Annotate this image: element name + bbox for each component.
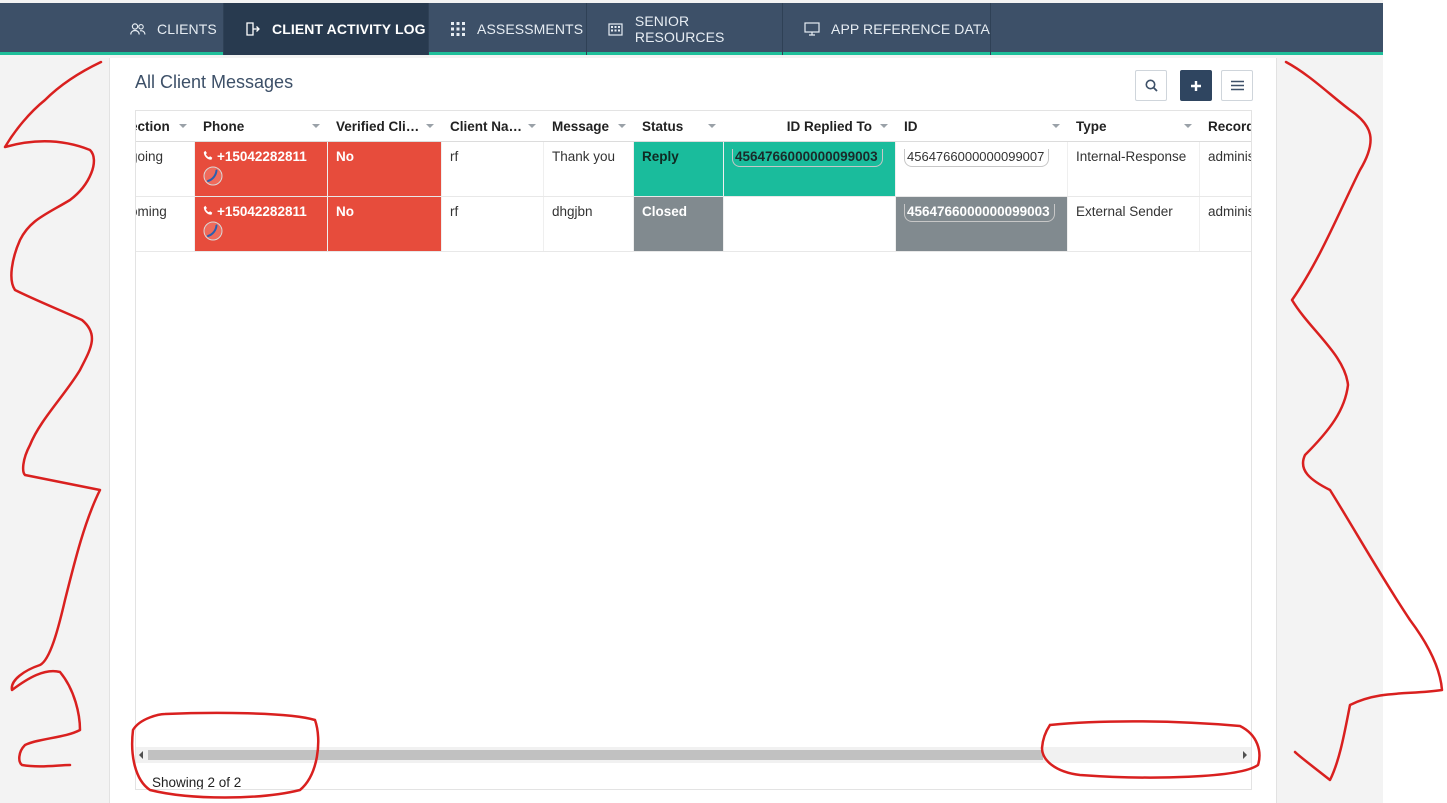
cell-direction: going [136,142,195,196]
dial-phone-icon[interactable] [203,221,223,241]
sort-caret-icon [179,124,187,128]
scroll-left-arrow-icon[interactable] [139,751,143,759]
sort-caret-icon [1052,124,1060,128]
tab-app-reference-data-label: APP REFERENCE DATA [831,21,990,37]
phone-number: +15042282811 [217,204,307,219]
column-header-direction[interactable]: ection [136,111,195,142]
sort-caret-icon [426,124,434,128]
grid-icon [449,22,467,36]
menu-button[interactable] [1221,70,1253,101]
column-header-phone[interactable]: Phone [195,111,328,142]
cell-status: Reply [634,142,724,196]
cell-verified-client: No [328,142,442,196]
cell-client-name: rf [442,142,544,196]
cell-phone[interactable]: +15042282811 [195,197,328,251]
cell-type: External Sender [1068,197,1200,251]
tab-clients[interactable]: CLIENTS [109,3,224,55]
sort-caret-icon [1184,124,1192,128]
search-icon [1145,79,1158,92]
cell-status: Closed [634,197,724,251]
horizontal-scrollbar[interactable] [136,747,1251,763]
top-navigation: CLIENTS CLIENT ACTIVITY LOG ASSESSMENTS … [0,3,1383,55]
cell-verified-client: No [328,197,442,251]
column-header-id-replied-to[interactable]: ID Replied To [724,111,896,142]
table-row[interactable]: going +15042282811 No rf Thank you Reply… [136,142,1251,197]
column-header-id[interactable]: ID [896,111,1068,142]
column-header-type[interactable]: Type [1068,111,1200,142]
tab-client-activity-log-label: CLIENT ACTIVITY LOG [272,21,426,37]
column-header-record[interactable]: Record [1200,111,1251,142]
building-icon [607,22,625,36]
column-header-verified-client[interactable]: Verified Cli… [328,111,442,142]
column-header-message[interactable]: Message [544,111,634,142]
hamburger-icon [1230,80,1244,91]
table-row[interactable]: oming +15042282811 No rf dhgjbn Closed 4… [136,197,1251,252]
sort-caret-icon [312,124,320,128]
cell-client-name: rf [442,197,544,251]
tab-senior-resources-label: SENIOR RESOURCES [634,13,725,45]
sort-caret-icon [880,124,888,128]
sign-in-icon [244,22,262,36]
sort-caret-icon [618,124,626,128]
cell-id-replied-to[interactable]: 4564766000000099003 [724,142,896,196]
phone-number: +15042282811 [217,149,307,164]
id-link[interactable]: 4564766000000099003 [732,149,883,167]
phone-icon [203,149,214,164]
cell-id[interactable]: 4564766000000099003 [896,197,1068,251]
cell-phone[interactable]: +15042282811 [195,142,328,196]
id-link[interactable]: 4564766000000099003 [904,204,1055,222]
scroll-right-arrow-icon[interactable] [1243,751,1247,759]
cell-record: adminis [1200,197,1251,251]
cell-message: Thank you [544,142,634,196]
sort-caret-icon [528,124,536,128]
column-header-status[interactable]: Status [634,111,724,142]
messages-grid: ection Phone Verified Cli… Client Na… Me… [135,110,1252,790]
users-icon [129,22,147,36]
tab-senior-resources[interactable]: SENIOR RESOURCES [587,3,783,55]
page-title: All Client Messages [135,72,294,92]
dial-phone-icon[interactable] [203,166,223,186]
cell-direction: oming [136,197,195,251]
sort-caret-icon [708,124,716,128]
monitor-icon [803,22,821,36]
tab-assessments[interactable]: ASSESSMENTS [429,3,587,55]
search-button[interactable] [1135,70,1167,101]
row-count-status: Showing 2 of 2 [152,775,242,790]
id-link[interactable]: 4564766000000099007 [904,149,1050,167]
column-header-client-name[interactable]: Client Na… [442,111,544,142]
cell-type: Internal-Response [1068,142,1200,196]
right-margin [1383,0,1447,803]
add-button[interactable] [1180,70,1212,101]
plus-icon [1191,80,1201,91]
tab-assessments-label: ASSESSMENTS [477,21,584,37]
cell-record: adminis [1200,142,1251,196]
tab-clients-label: CLIENTS [157,21,217,37]
main-panel: All Client Messages ection Phone Verifie… [109,58,1277,803]
tab-client-activity-log[interactable]: CLIENT ACTIVITY LOG [224,3,429,55]
cell-message: dhgjbn [544,197,634,251]
cell-id-replied-to [724,197,896,251]
grid-header: ection Phone Verified Cli… Client Na… Me… [136,111,1251,142]
cell-id[interactable]: 4564766000000099007 [896,142,1068,196]
scrollbar-thumb[interactable] [148,750,1043,760]
tab-app-reference-data[interactable]: APP REFERENCE DATA [783,3,991,55]
phone-icon [203,204,214,219]
